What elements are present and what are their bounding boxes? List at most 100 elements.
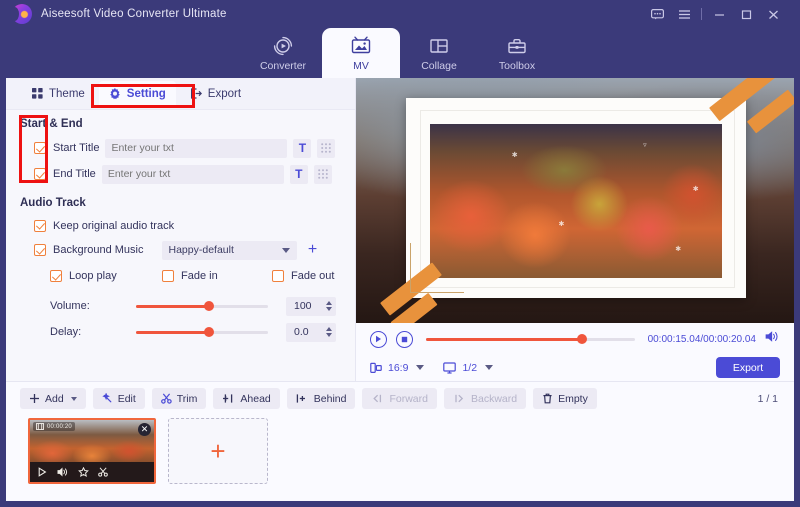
start-title-row: Start Title T — [6, 135, 355, 161]
film-icon — [36, 423, 44, 430]
menu-icon[interactable] — [671, 2, 697, 26]
close-icon[interactable] — [760, 2, 786, 26]
tab-toolbox[interactable]: Toolbox — [478, 28, 556, 78]
fade-in-checkbox[interactable] — [162, 270, 174, 282]
backward-button: Backward — [443, 388, 527, 409]
feedback-icon[interactable] — [644, 2, 670, 26]
minimize-icon[interactable] — [706, 2, 732, 26]
effect-icon[interactable] — [78, 467, 89, 477]
empty-button-label: Empty — [558, 392, 588, 405]
audio-track-section-title: Audio Track — [20, 197, 86, 209]
trim-button[interactable]: Trim — [151, 388, 207, 409]
clip-duration-text: 00:00:20 — [47, 423, 72, 430]
sub-tab-export[interactable]: Export — [180, 81, 251, 107]
volume-stepper-arrows[interactable] — [326, 301, 332, 311]
end-title-position-grid-icon[interactable] — [313, 164, 332, 184]
preview-panel: ✱ ▿ ✱ ✱ ✱ 00:00:15.04/00:00:20.04 16:9 1… — [356, 78, 794, 381]
delay-slider-handle[interactable] — [203, 327, 214, 337]
background-music-checkbox[interactable] — [34, 244, 46, 256]
stop-icon[interactable] — [396, 330, 413, 348]
keep-original-audio-checkbox[interactable] — [34, 219, 46, 232]
clip-close-icon[interactable]: ✕ — [138, 423, 151, 436]
end-title-checkbox[interactable] — [34, 168, 46, 180]
fade-in-label: Fade in — [181, 270, 218, 282]
decor-line-horizontal — [410, 292, 464, 293]
delay-slider[interactable] — [136, 327, 268, 337]
playback-progress-handle[interactable] — [577, 334, 588, 344]
decor-line-vertical — [410, 243, 411, 293]
add-clip-plus-icon: + — [210, 436, 226, 466]
fade-out-option[interactable]: Fade out — [272, 270, 334, 282]
preview-options-row: 16:9 1/2 Export — [370, 357, 780, 378]
aspect-ratio-control[interactable]: 16:9 — [370, 362, 425, 374]
app-title: Aiseesoft Video Converter Ultimate — [41, 8, 227, 20]
volume-icon[interactable] — [765, 330, 780, 348]
chevron-down-icon[interactable] — [485, 365, 494, 370]
play-icon[interactable] — [37, 467, 48, 477]
delay-stepper-arrows[interactable] — [326, 327, 332, 337]
insert-behind-icon — [296, 394, 305, 403]
stepper-up-icon[interactable] — [326, 301, 332, 305]
playback-timecode: 00:00:15.04/00:00:20.04 — [647, 333, 756, 345]
volume-stepper[interactable]: 100 — [286, 296, 336, 316]
delay-stepper[interactable]: 0.0 — [286, 322, 336, 342]
stepper-down-icon[interactable] — [326, 333, 332, 337]
end-title-input[interactable] — [101, 164, 284, 184]
sub-tab-bar: Theme Setting Export — [6, 78, 355, 110]
volume-slider[interactable] — [136, 301, 268, 311]
background-music-label: Background Music — [53, 244, 144, 256]
preview-photo-frame: ✱ ▿ ✱ ✱ ✱ — [406, 98, 746, 298]
background-music-select[interactable]: Happy-default — [161, 240, 297, 260]
end-title-text-style-icon[interactable]: T — [289, 164, 308, 184]
stepper-down-icon[interactable] — [326, 307, 332, 311]
chevron-down-icon[interactable] — [70, 396, 77, 401]
plus-icon — [30, 394, 39, 403]
delay-label: Delay: — [50, 326, 82, 338]
sub-tab-theme[interactable]: Theme — [22, 81, 95, 107]
edit-button[interactable]: Edit — [92, 388, 145, 409]
forward-button-label: Forward — [389, 392, 428, 405]
upper-section: Theme Setting Export Start & End Start T… — [6, 78, 794, 381]
sub-tab-setting[interactable]: Setting — [98, 80, 176, 107]
add-clip-tile[interactable]: + — [168, 418, 268, 484]
behind-button[interactable]: Behind — [286, 388, 356, 409]
tab-mv[interactable]: MV — [322, 28, 400, 78]
fade-in-option[interactable]: Fade in — [162, 270, 272, 282]
playback-progress-slider[interactable] — [426, 334, 635, 344]
scissors-icon — [160, 393, 172, 404]
start-title-position-grid-icon[interactable] — [317, 138, 336, 158]
end-title-label: End Title — [53, 168, 96, 180]
loop-play-checkbox[interactable] — [50, 270, 62, 282]
background-music-row: Background Music Happy-default + — [6, 237, 355, 263]
start-title-text-style-icon[interactable]: T — [293, 138, 312, 158]
backward-button-label: Backward — [470, 392, 518, 405]
volume-icon[interactable] — [57, 467, 69, 477]
add-button[interactable]: Add — [20, 388, 86, 409]
tab-collage[interactable]: Collage — [400, 28, 478, 78]
stepper-up-icon[interactable] — [326, 327, 332, 331]
export-icon — [190, 88, 202, 99]
volume-label: Volume: — [50, 300, 90, 312]
page-indicator: 1 / 1 — [757, 392, 778, 405]
add-music-plus-icon[interactable]: + — [304, 241, 322, 260]
chevron-down-icon[interactable] — [416, 365, 425, 370]
clip-thumbnail[interactable]: 00:00:20 ✕ — [28, 418, 156, 484]
empty-button[interactable]: Empty — [533, 388, 597, 409]
preview-stage[interactable]: ✱ ▿ ✱ ✱ ✱ — [356, 78, 794, 323]
volume-value: 100 — [294, 300, 312, 312]
play-icon[interactable] — [370, 330, 387, 348]
ahead-button[interactable]: Ahead — [213, 388, 280, 409]
fade-out-checkbox[interactable] — [272, 270, 284, 282]
trim-icon[interactable] — [98, 467, 109, 477]
screen-scale-control[interactable]: 1/2 — [443, 361, 494, 374]
tab-converter[interactable]: Converter — [244, 28, 322, 78]
loop-play-option[interactable]: Loop play — [50, 270, 162, 282]
screen-scale-value: 1/2 — [462, 361, 478, 374]
start-title-label: Start Title — [53, 142, 100, 154]
volume-slider-handle[interactable] — [203, 301, 214, 311]
export-button[interactable]: Export — [716, 357, 780, 378]
window-controls-divider — [701, 8, 702, 20]
maximize-icon[interactable] — [733, 2, 759, 26]
start-title-input[interactable] — [105, 138, 288, 158]
start-title-checkbox[interactable] — [34, 142, 46, 154]
